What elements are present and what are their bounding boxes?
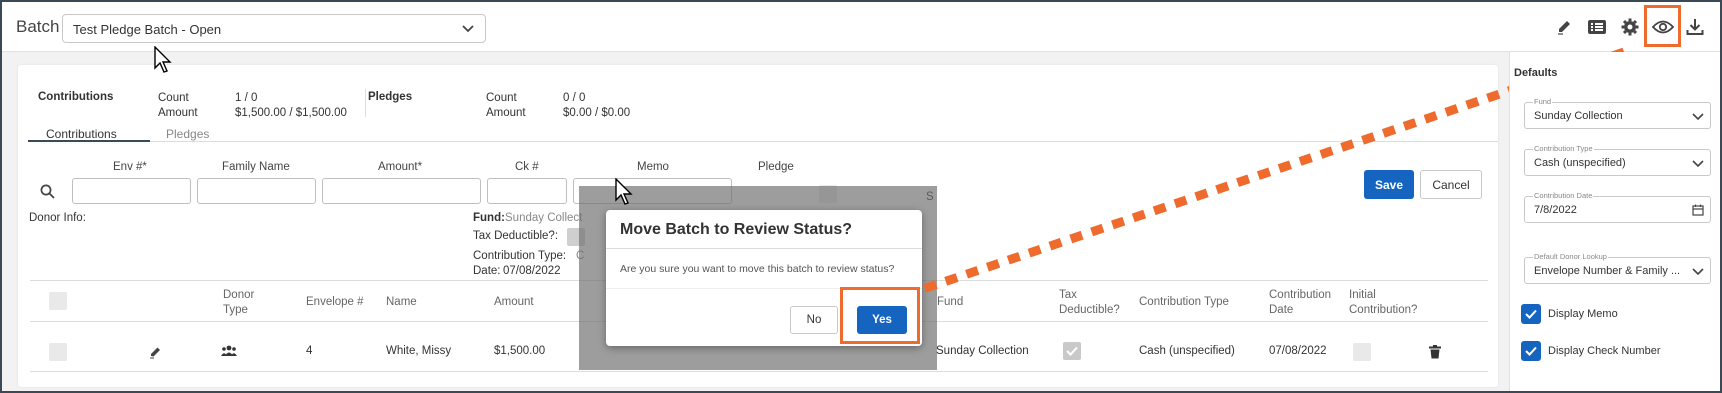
chevron-down-icon (1692, 110, 1704, 122)
display-check-number-checkbox[interactable] (1521, 341, 1541, 361)
display-check-number-label: Display Check Number (1548, 345, 1661, 357)
default-donor-lookup-select[interactable]: Default Donor Lookup Envelope Number & F… (1524, 252, 1711, 284)
default-contribution-date-field[interactable]: Contribution Date 7/8/2022 (1524, 191, 1711, 223)
check-icon (1525, 346, 1537, 356)
mouse-cursor (154, 46, 172, 73)
default-contribution-type-select[interactable]: Contribution Type Cash (unspecified) (1524, 144, 1711, 176)
chevron-down-icon (1692, 157, 1704, 169)
defaults-title: Defaults (1514, 67, 1558, 79)
calendar-icon[interactable] (1692, 204, 1704, 216)
chevron-down-icon (1692, 265, 1704, 277)
check-icon (1525, 309, 1537, 319)
default-lookup-label: Default Donor Lookup (1533, 252, 1608, 261)
default-date-value: 7/8/2022 (1534, 204, 1577, 216)
default-lookup-value: Envelope Number & Family ... (1534, 265, 1681, 277)
display-memo-label: Display Memo (1548, 308, 1618, 320)
defaults-sidebar: Defaults Fund Sunday Collection Contribu… (1509, 52, 1720, 391)
annotation-dashed-line (918, 47, 1626, 295)
mouse-cursor (615, 178, 633, 205)
default-fund-label: Fund (1533, 97, 1553, 106)
default-type-label: Contribution Type (1533, 144, 1594, 153)
default-fund-select[interactable]: Fund Sunday Collection (1524, 97, 1711, 129)
display-memo-checkbox[interactable] (1521, 304, 1541, 324)
default-type-value: Cash (unspecified) (1534, 157, 1626, 169)
default-fund-value: Sunday Collection (1534, 110, 1623, 122)
app-frame: Batch Test Pledge Batch - Open Contribut… (0, 0, 1722, 393)
default-date-label: Contribution Date (1533, 191, 1594, 200)
